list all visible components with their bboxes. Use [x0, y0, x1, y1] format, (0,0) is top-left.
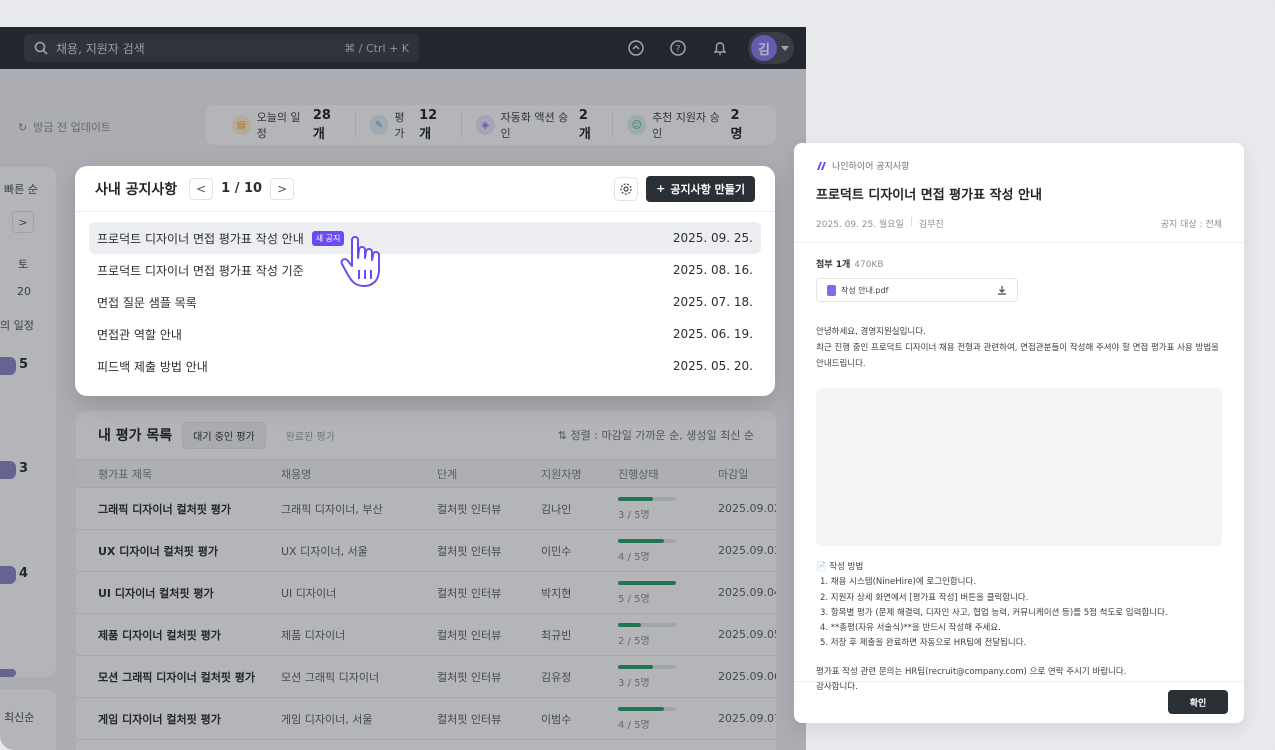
attachment-label: 첨부 1개 — [816, 260, 851, 270]
step-item: 2. 지원자 상세 화면에서 [평가표 작성] 버튼을 클릭합니다. — [820, 592, 1029, 603]
settings-button[interactable] — [614, 176, 639, 201]
panel-meta: 2025. 09. 25. 월요일 | 김무진 공지 대상 : 전체 — [816, 217, 1222, 242]
notice-body: 안녕하세요, 경영지원실입니다. 최근 진행 중인 프로덕트 디자이너 채용 전… — [816, 324, 1222, 372]
modal-header: 사내 공지사항 < 1 / 10 > + 공지사항 만들기 — [75, 166, 775, 212]
notice-date: 2025. 06. 19. — [672, 327, 753, 341]
panel-body: 첨부 1개 470KB 작성 안내.pdf 안녕하세요, 경영지원실입니다. 최근… — [794, 243, 1244, 695]
divider: | — [909, 217, 913, 227]
notice-target: 공지 대상 : 전체 — [1160, 220, 1222, 230]
source-label: 나인하이어 공지사항 — [832, 162, 910, 172]
notice-date: 2025. 05. 20. — [672, 359, 753, 373]
notice-title: 면접관 역할 안내 — [97, 327, 182, 342]
notice-date: 2025. 07. 18. — [672, 295, 753, 309]
modal-title: 사내 공지사항 — [95, 181, 178, 198]
notice-date: 2025. 09. 25. 월요일 — [816, 220, 904, 230]
notice-date: 2025. 09. 25. — [672, 231, 753, 245]
closing-line: 평가표 작성 관련 문의는 HR팀(recruit@company.com) 으… — [816, 666, 1127, 677]
attachment-header: 첨부 1개 470KB — [816, 257, 1222, 270]
steps-section: 📄 작성 방법 1. 채용 시스템(NineHire)에 로그인합니다. 2. … — [816, 560, 1222, 695]
step-item: 1. 채용 시스템(NineHire)에 로그인합니다. — [820, 577, 977, 588]
pager: < 1 / 10 > — [189, 177, 295, 200]
panel-title: 프로덕트 디자이너 면접 평가표 작성 안내 — [816, 188, 1042, 203]
notice-title: 면접 질문 샘플 목록 — [97, 295, 197, 310]
notice-modal: 사내 공지사항 < 1 / 10 > + 공지사항 만들기 프로덕트 디자이너 … — [75, 166, 775, 396]
attachment-size: 470KB — [854, 260, 884, 270]
step-item: 5. 저장 후 제출을 완료하면 자동으로 HR팀에 전달됩니다. — [820, 638, 1027, 649]
notice-title: 프로덕트 디자이너 면접 평가표 작성 안내 — [97, 231, 304, 246]
brand-logo-icon — [817, 161, 826, 170]
panel-footer: 확인 — [794, 681, 1244, 723]
notice-author: 김무진 — [918, 220, 944, 230]
notice-source: 나인하이어 공지사항 — [816, 159, 1222, 172]
page-indicator: 1 / 10 — [221, 181, 263, 196]
file-name: 작성 안내.pdf — [841, 285, 889, 295]
notice-date: 2025. 08. 16. — [672, 263, 753, 277]
next-page-button[interactable]: > — [270, 177, 295, 200]
prev-page-button[interactable]: < — [189, 177, 214, 200]
body-line: 안내드립니다. — [816, 359, 866, 369]
notice-detail-panel: 나인하이어 공지사항 프로덕트 디자이너 면접 평가표 작성 안내 2025. … — [794, 143, 1244, 723]
notice-item[interactable]: 면접 질문 샘플 목록 2025. 07. 18. — [89, 286, 761, 318]
notice-list: 프로덕트 디자이너 면접 평가표 작성 안내 새 공지 2025. 09. 25… — [75, 212, 775, 382]
image-placeholder — [816, 388, 1222, 546]
app-frame: 채용, 지원자 검색 ⌘ / Ctrl + K ? 김 ↻ 방금 전 업데이트 — [0, 0, 1275, 750]
confirm-button[interactable]: 확인 — [1168, 690, 1228, 714]
notice-title: 프로덕트 디자이너 면접 평가표 작성 기준 — [97, 263, 304, 278]
create-notice-button[interactable]: + 공지사항 만들기 — [646, 175, 755, 202]
panel-header: 나인하이어 공지사항 프로덕트 디자이너 면접 평가표 작성 안내 2025. … — [794, 143, 1244, 242]
notice-item[interactable]: 피드백 제출 방법 안내 2025. 05. 20. — [89, 350, 761, 382]
notice-item[interactable]: 프로덕트 디자이너 면접 평가표 작성 안내 새 공지 2025. 09. 25… — [89, 222, 761, 254]
create-notice-label: 공지사항 만들기 — [670, 182, 745, 196]
body-line: 안녕하세요, 경영지원실입니다. — [816, 327, 926, 337]
step-item: 3. 항목별 평가 (문제 해결력, 디자인 사고, 협업 능력, 커뮤니케이션… — [820, 607, 1168, 618]
notice-item[interactable]: 면접관 역할 안내 2025. 06. 19. — [89, 318, 761, 350]
steps-title: 📄 작성 방법 — [816, 562, 864, 572]
notice-title: 피드백 제출 방법 안내 — [97, 359, 208, 374]
notice-item[interactable]: 프로덕트 디자이너 면접 평가표 작성 기준 2025. 08. 16. — [89, 254, 761, 286]
file-icon — [827, 284, 836, 296]
body-line: 최근 진행 중인 프로덕트 디자이너 채용 전형과 관련하여, 면접관분들이 작… — [816, 343, 1219, 353]
plus-icon: + — [656, 182, 666, 195]
gear-icon — [620, 182, 632, 195]
attachment-file[interactable]: 작성 안내.pdf — [816, 278, 1018, 302]
step-item: 4. **총평(자유 서술식)**을 반드시 작성해 주세요. — [820, 623, 1001, 634]
download-icon[interactable] — [997, 285, 1007, 295]
hand-cursor-icon — [340, 236, 380, 287]
